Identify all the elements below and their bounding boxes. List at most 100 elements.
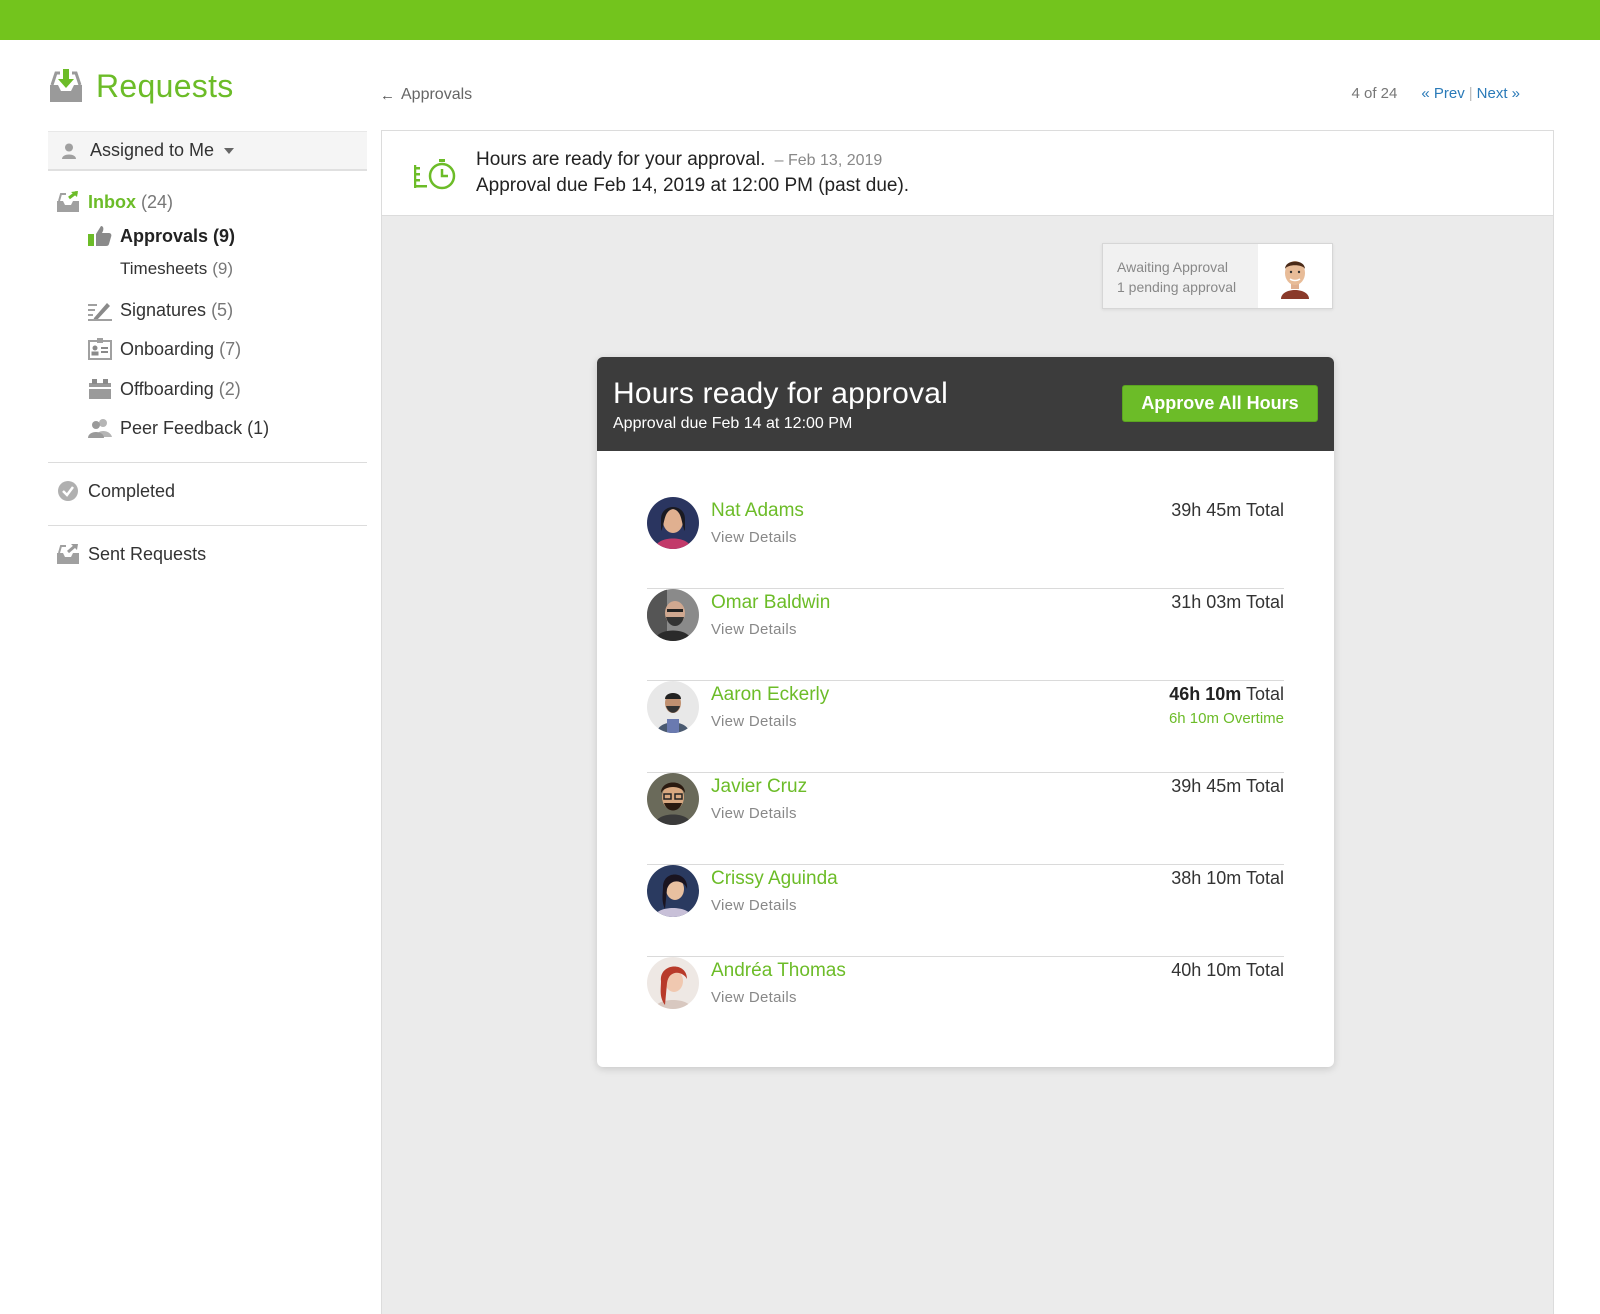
sent-requests-label: Sent Requests (88, 543, 207, 564)
employee-row: Nat Adams View Details 39h 45m Total (647, 497, 1284, 589)
view-details-link[interactable]: View Details (711, 805, 797, 822)
approval-notice: Hours are ready for your approval. – Feb… (382, 131, 1553, 216)
arrow-left-icon: ← (380, 86, 395, 104)
sidebar-item-offboarding[interactable]: Offboarding (2) (88, 378, 241, 400)
people-icon (88, 419, 112, 438)
card-title: Hours ready for approval (613, 377, 948, 410)
approvals-label: Approvals (120, 225, 209, 246)
total-label: Total (1245, 868, 1284, 888)
onboarding-count: (7) (219, 338, 242, 359)
notice-date: – Feb 13, 2019 (774, 152, 883, 169)
awaiting-line2: 1 pending approval (1117, 279, 1237, 295)
avatar (647, 589, 699, 641)
thumbs-up-icon (88, 226, 112, 246)
signatures-label: Signatures (120, 299, 207, 320)
outbox-icon (57, 544, 79, 564)
page-header: Requests (48, 68, 234, 105)
employee-row: Crissy Aguinda View Details 38h 10m Tota… (647, 865, 1284, 957)
approvals-count: (9) (213, 225, 236, 246)
peer-feedback-count: (1) (247, 417, 270, 438)
inbox-icon (57, 191, 79, 212)
employee-name-link[interactable]: Crissy Aguinda (711, 868, 838, 890)
employee-total: 38h 10m Total (1171, 868, 1284, 889)
completed-label: Completed (88, 480, 176, 501)
page-title: Requests (96, 68, 234, 104)
view-details-link[interactable]: View Details (711, 713, 797, 730)
hours-approval-card: Hours ready for approval Approval due Fe… (597, 357, 1334, 1067)
awaiting-line1: Awaiting Approval (1117, 259, 1229, 275)
box-icon (89, 379, 111, 399)
hours-value: 39h 45m (1171, 776, 1242, 796)
view-details-link[interactable]: View Details (711, 529, 797, 546)
total-label: Total (1245, 960, 1284, 980)
id-card-icon (88, 338, 112, 360)
total-label: Total (1245, 500, 1284, 520)
employee-row: Aaron Eckerly View Details 46h 10m Total… (647, 681, 1284, 773)
sidebar-item-completed[interactable]: Completed (56, 480, 175, 502)
assigned-filter-dropdown[interactable]: Assigned to Me (48, 131, 367, 171)
pager-separator: | (1468, 85, 1473, 102)
view-details-link[interactable]: View Details (711, 621, 797, 638)
card-header: Hours ready for approval Approval due Fe… (597, 357, 1334, 451)
approver-avatar (1258, 244, 1332, 308)
employee-name-link[interactable]: Aaron Eckerly (711, 684, 829, 706)
user-icon (62, 143, 76, 159)
sidebar-item-inbox[interactable]: Inbox (24) (56, 191, 173, 213)
back-to-approvals-link[interactable]: ← Approvals (380, 86, 472, 104)
sidebar-item-timesheets[interactable]: Timesheets (9) (120, 259, 233, 279)
total-label: Total (1245, 776, 1284, 796)
employee-name-link[interactable]: Omar Baldwin (711, 592, 830, 614)
hours-value: 39h 45m (1171, 500, 1242, 520)
sidebar-divider (48, 462, 367, 463)
signatures-count: (5) (211, 299, 234, 320)
hours-value: 38h 10m (1171, 868, 1242, 888)
total-label: Total (1245, 592, 1284, 612)
view-details-link[interactable]: View Details (711, 897, 797, 914)
peer-feedback-label: Peer Feedback (120, 417, 243, 438)
employee-name-link[interactable]: Nat Adams (711, 500, 804, 522)
inbox-count: (24) (141, 191, 174, 212)
sidebar-item-sent-requests[interactable]: Sent Requests (56, 543, 206, 565)
approver-avatar-image (1281, 261, 1309, 299)
next-link[interactable]: Next » (1477, 85, 1520, 102)
sidebar-item-peer-feedback[interactable]: Peer Feedback (1) (88, 417, 269, 439)
awaiting-text: Awaiting Approval 1 pending approval (1103, 244, 1258, 308)
employee-total: 46h 10m Total (1169, 684, 1284, 705)
card-subtitle: Approval due Feb 14 at 12:00 PM (613, 415, 853, 432)
employee-name-link[interactable]: Javier Cruz (711, 776, 807, 798)
total-label: Total (1245, 684, 1284, 704)
employee-total: 40h 10m Total (1171, 960, 1284, 981)
notice-message: Hours are ready for your approval. – Feb… (476, 149, 882, 171)
chevron-down-icon (224, 147, 235, 154)
avatar (647, 681, 699, 733)
sidebar-divider (48, 525, 367, 526)
timesheet-clock-icon (414, 159, 456, 190)
sidebar-item-signatures[interactable]: Signatures (5) (88, 299, 233, 321)
onboarding-label: Onboarding (120, 338, 215, 359)
sidebar: Assigned to Me Inbox (24) Approvals (9) … (48, 131, 367, 564)
back-link-label: Approvals (401, 86, 473, 103)
timesheets-label: Timesheets (120, 259, 208, 278)
hours-value: 31h 03m (1171, 592, 1242, 612)
overtime-label: 6h 10m Overtime (1168, 710, 1284, 727)
pager: 4 of 24 « Prev | Next » (1352, 85, 1521, 102)
offboarding-count: (2) (218, 378, 241, 399)
employee-total: 39h 45m Total (1171, 776, 1284, 797)
top-brand-bar (0, 0, 1600, 40)
prev-link[interactable]: « Prev (1421, 85, 1464, 102)
employee-row: Omar Baldwin View Details 31h 03m Total (647, 589, 1284, 681)
view-details-link[interactable]: View Details (711, 989, 797, 1006)
avatar (647, 865, 699, 917)
offboarding-label: Offboarding (120, 378, 214, 399)
inbox-download-icon (50, 68, 82, 102)
employee-row: Javier Cruz View Details 39h 45m Total (647, 773, 1284, 865)
notice-text: Hours are ready for your approval. (476, 149, 766, 170)
awaiting-approval-status[interactable]: Awaiting Approval 1 pending approval (1102, 243, 1333, 309)
signature-icon (88, 303, 112, 321)
notice-due: Approval due Feb 14, 2019 at 12:00 PM (p… (476, 175, 910, 196)
approve-all-hours-button[interactable]: Approve All Hours (1122, 385, 1318, 422)
employee-name-link[interactable]: Andréa Thomas (711, 960, 846, 982)
assigned-filter-label: Assigned to Me (90, 140, 215, 160)
sidebar-item-approvals[interactable]: Approvals (9) (88, 225, 235, 247)
sidebar-item-onboarding[interactable]: Onboarding (7) (88, 338, 241, 360)
